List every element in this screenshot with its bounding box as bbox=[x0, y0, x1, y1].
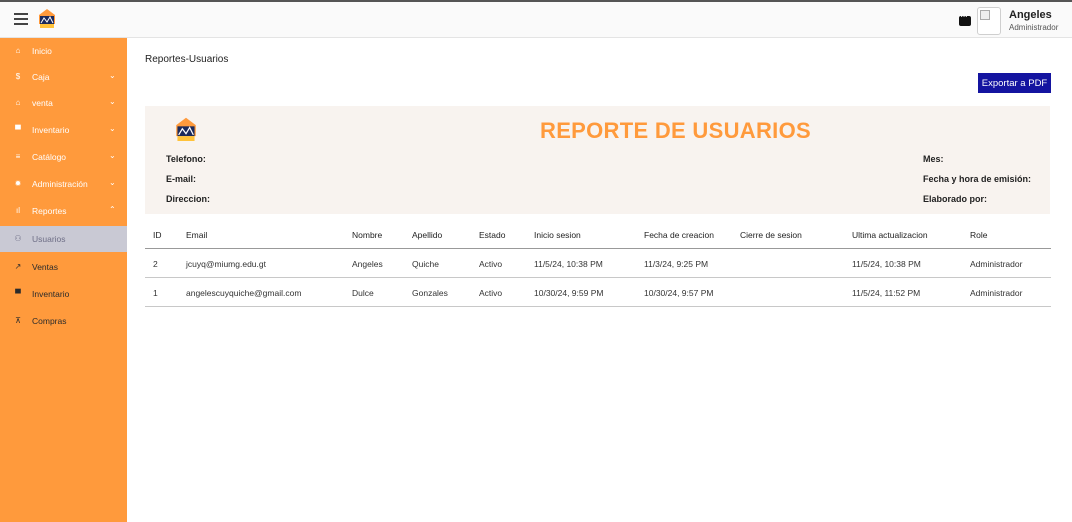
sidebar-item-ventas[interactable]: ↗ Ventas bbox=[0, 254, 127, 280]
report-title: REPORTE DE USUARIOS bbox=[540, 118, 811, 143]
box-icon: ▀ bbox=[15, 289, 21, 298]
sidebar-item-label: Usuarios bbox=[32, 234, 66, 244]
breadcrumb: Reportes-Usuarios bbox=[145, 54, 229, 65]
cell-estado: Activo bbox=[479, 288, 503, 298]
home-icon: ⌂ bbox=[15, 46, 21, 55]
cell-inicio-sesion: 10/30/24, 9:59 PM bbox=[534, 288, 604, 298]
box-icon: ▀ bbox=[15, 125, 21, 134]
sidebar-item-venta[interactable]: ⌂ venta ⌄ bbox=[0, 90, 127, 116]
column-header-inicio-sesion: Inicio sesion bbox=[534, 230, 581, 240]
sidebar-item-catalogo[interactable]: ≡ Catálogo ⌄ bbox=[0, 144, 127, 170]
export-pdf-button[interactable]: Exportar a PDF bbox=[978, 73, 1051, 93]
chevron-down-icon: ⌄ bbox=[109, 178, 116, 187]
sidebar-item-inventario-report[interactable]: ▀ Inventario bbox=[0, 281, 127, 307]
sidebar-item-label: Inicio bbox=[32, 46, 52, 56]
cell-email: jcuyq@miumg.edu.gt bbox=[186, 259, 266, 269]
table-header: ID Email Nombre Apellido Estado Inicio s… bbox=[145, 222, 1051, 249]
mes-label: Mes: bbox=[923, 154, 944, 164]
sidebar-item-compras[interactable]: ⊼ Compras bbox=[0, 308, 127, 334]
bar-chart-icon: ıl bbox=[16, 206, 20, 215]
gear-icon: ✹ bbox=[14, 179, 22, 188]
cell-nombre: Dulce bbox=[352, 288, 374, 298]
cell-apellido: Gonzales bbox=[412, 288, 448, 298]
column-header-email: Email bbox=[186, 230, 208, 240]
column-header-cierre-sesion: Cierre de sesion bbox=[740, 230, 802, 240]
cell-estado: Activo bbox=[479, 259, 503, 269]
sidebar: ⌂ Inicio $ Caja ⌄ ⌂ venta ⌄ ▀ Inventario… bbox=[0, 38, 127, 522]
sidebar-item-label: Compras bbox=[32, 316, 67, 326]
sidebar-item-administracion[interactable]: ✹ Administración ⌄ bbox=[0, 171, 127, 197]
sidebar-item-caja[interactable]: $ Caja ⌄ bbox=[0, 64, 127, 90]
user-role: Administrador bbox=[1009, 23, 1059, 32]
column-header-fecha-creacion: Fecha de creacion bbox=[644, 230, 714, 240]
cell-apellido: Quiche bbox=[412, 259, 439, 269]
sidebar-item-inicio[interactable]: ⌂ Inicio bbox=[0, 38, 127, 64]
chevron-down-icon: ⌄ bbox=[109, 97, 116, 106]
cell-nombre: Angeles bbox=[352, 259, 383, 269]
hamburger-menu-icon[interactable] bbox=[14, 13, 28, 25]
users-icon: ⚇ bbox=[14, 234, 22, 243]
cell-fecha-creacion: 10/30/24, 9:57 PM bbox=[644, 288, 714, 298]
cell-role: Administrador bbox=[970, 288, 1023, 298]
report-logo bbox=[176, 117, 196, 141]
sidebar-item-label: Reportes bbox=[32, 206, 67, 216]
sidebar-item-label: venta bbox=[32, 98, 53, 108]
cell-inicio-sesion: 11/5/24, 10:38 PM bbox=[534, 259, 603, 269]
chevron-down-icon: ⌄ bbox=[109, 151, 116, 160]
column-header-estado: Estado bbox=[479, 230, 506, 240]
column-header-id: ID bbox=[153, 230, 162, 240]
column-header-nombre: Nombre bbox=[352, 230, 383, 240]
sidebar-item-inventario[interactable]: ▀ Inventario ⌄ bbox=[0, 117, 127, 143]
app-logo[interactable] bbox=[38, 8, 56, 30]
sidebar-item-usuarios[interactable]: ⚇ Usuarios bbox=[0, 226, 127, 252]
sidebar-item-label: Administración bbox=[32, 179, 88, 189]
chevron-down-icon: ⌄ bbox=[109, 71, 116, 80]
chevron-up-icon: ⌃ bbox=[109, 205, 116, 214]
email-label: E-mail: bbox=[166, 174, 197, 184]
user-name[interactable]: Angeles bbox=[1009, 9, 1052, 21]
column-header-role: Role bbox=[970, 230, 988, 240]
dollar-icon: $ bbox=[15, 72, 21, 81]
sidebar-item-label: Ventas bbox=[32, 262, 58, 272]
list-icon: ≡ bbox=[15, 152, 21, 161]
sidebar-item-label: Catálogo bbox=[32, 152, 67, 162]
home-icon: ⌂ bbox=[15, 98, 21, 107]
sidebar-item-reportes[interactable]: ıl Reportes ⌃ bbox=[0, 198, 127, 224]
cell-role: Administrador bbox=[970, 259, 1023, 269]
trend-icon: ↗ bbox=[14, 262, 22, 271]
sidebar-item-label: Inventario bbox=[32, 289, 70, 299]
sidebar-item-label: Caja bbox=[32, 72, 50, 82]
avatar[interactable] bbox=[977, 7, 1001, 35]
cell-id: 1 bbox=[153, 288, 158, 298]
column-header-ultima-actualizacion: Ultima actualizacion bbox=[852, 230, 928, 240]
cell-email: angelescuyquiche@gmail.com bbox=[186, 288, 302, 298]
column-header-apellido: Apellido bbox=[412, 230, 443, 240]
table-row: 2 jcuyq@miumg.edu.gt Angeles Quiche Acti… bbox=[145, 249, 1051, 278]
fecha-emision-label: Fecha y hora de emisión: bbox=[923, 174, 1032, 184]
cell-ultima-actualizacion: 11/5/24, 11:52 PM bbox=[852, 288, 921, 298]
direccion-label: Direccion: bbox=[166, 194, 211, 204]
report-header-panel: REPORTE DE USUARIOS Telefono: E-mail: Di… bbox=[145, 106, 1050, 214]
cell-ultima-actualizacion: 11/5/24, 10:38 PM bbox=[852, 259, 921, 269]
telefono-label: Telefono: bbox=[166, 154, 206, 164]
cell-fecha-creacion: 11/3/24, 9:25 PM bbox=[644, 259, 709, 269]
top-bar: Angeles Administrador bbox=[0, 0, 1072, 38]
chat-icon[interactable] bbox=[959, 11, 971, 26]
sidebar-item-label: Inventario bbox=[32, 125, 70, 135]
chevron-down-icon: ⌄ bbox=[109, 124, 116, 133]
table-row: 1 angelescuyquiche@gmail.com Dulce Gonza… bbox=[145, 278, 1051, 307]
elaborado-por-label: Elaborado por: bbox=[923, 194, 988, 204]
cell-id: 2 bbox=[153, 259, 158, 269]
cart-icon: ⊼ bbox=[15, 316, 21, 325]
